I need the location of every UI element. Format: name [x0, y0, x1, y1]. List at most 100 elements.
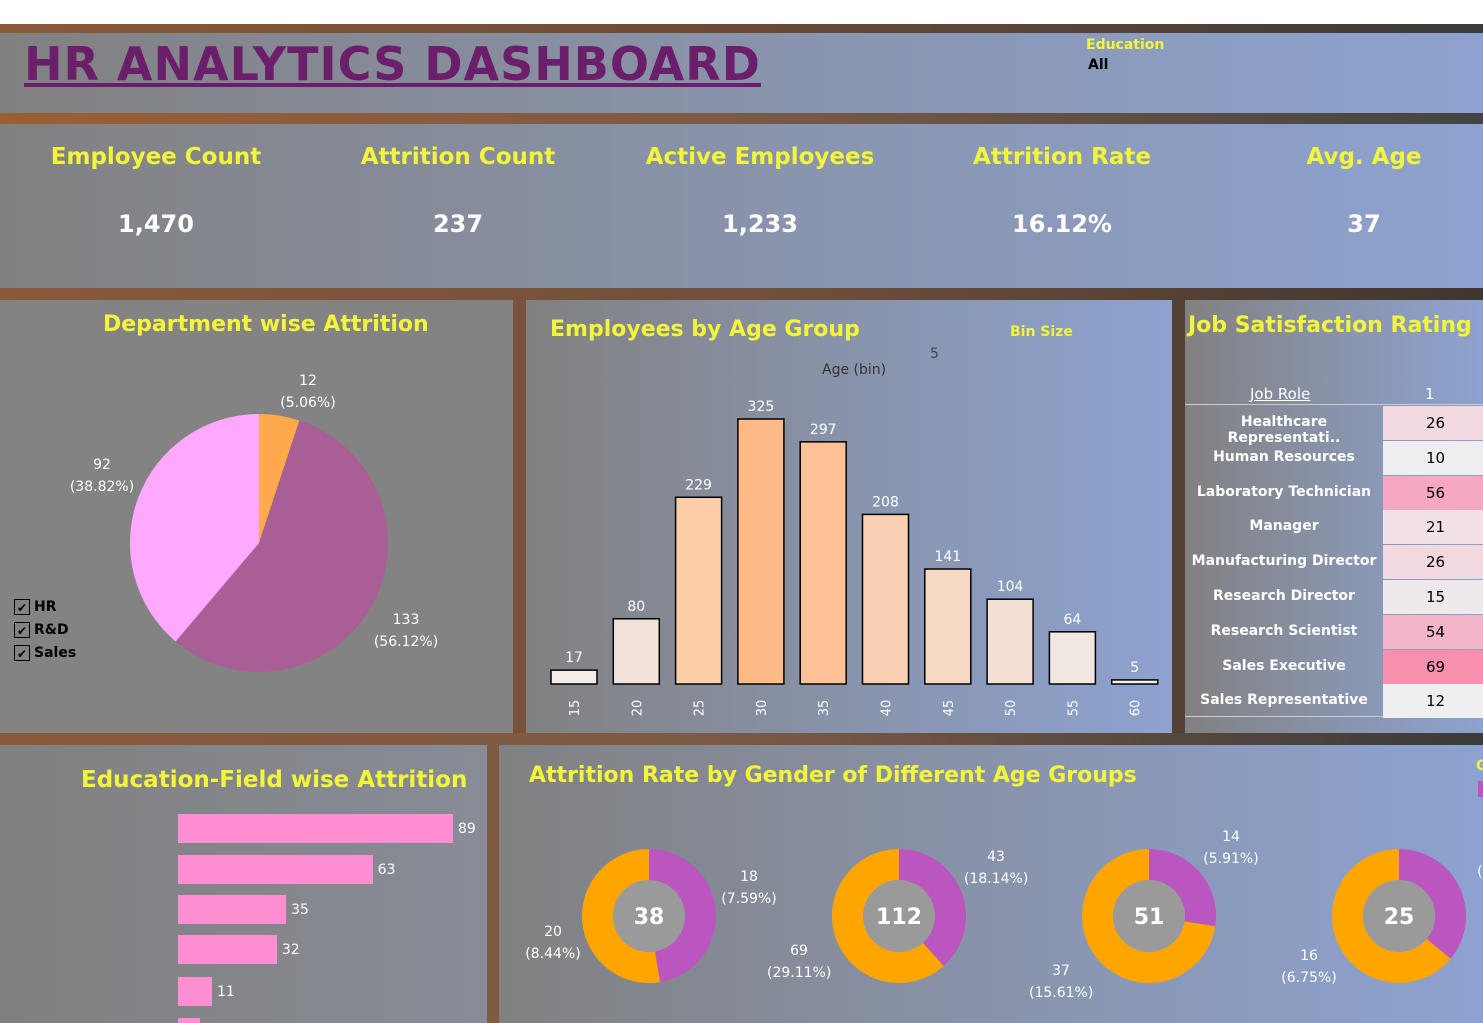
age-bar-chart: 17 15 80 20 229 25 325 30 297 35 208 40 141 45 104 50 64… [550, 399, 1159, 717]
education-filter-label: Education [1086, 37, 1165, 53]
age-bar-value: 325 [748, 399, 775, 415]
job-role-label: Research Director [1213, 588, 1355, 604]
job-role-label: Manufacturing Director [1191, 553, 1377, 570]
age-tick-label: 60 [1129, 700, 1144, 717]
header-divider [0, 113, 1483, 124]
job-satisfaction-cell[interactable]: 54 [1383, 614, 1483, 649]
edu-bar-partial [178, 1018, 200, 1023]
kpi-attrition-count-label: Attrition Count [360, 144, 556, 170]
donut-center-value: 38 [634, 905, 665, 930]
donut-male-label: 16 (6.75%) [1281, 948, 1337, 986]
age-tick-label: 45 [942, 700, 957, 717]
age-bar[interactable] [861, 513, 910, 685]
age-bar-value: 229 [685, 477, 712, 493]
age-tick-label: 55 [1066, 700, 1081, 717]
edu-field-bar[interactable] [178, 855, 373, 884]
header-bar: HR ANALYTICS DASHBOARD Education All [0, 33, 1483, 113]
check-icon[interactable]: ✔ [14, 599, 30, 615]
age-bar-value: 208 [872, 494, 899, 510]
job-satisfaction-cell[interactable]: 15 [1383, 580, 1483, 614]
page-title: HR ANALYTICS DASHBOARD [24, 37, 761, 91]
age-bar-value: 297 [810, 422, 837, 438]
edu-field-bar[interactable] [178, 935, 277, 964]
department-pie [129, 414, 388, 672]
check-icon[interactable]: ✔ [14, 622, 30, 638]
pie-label-rnd: 133 (56.12%) [373, 612, 439, 650]
age-bar[interactable] [674, 496, 723, 685]
kpi-avg-age-value: 37 [1347, 210, 1381, 238]
legend-item-rnd[interactable]: ✔ R&D [14, 619, 76, 642]
age-bar[interactable] [550, 669, 598, 685]
kpi-avg-age-label: Avg. Age [1306, 144, 1422, 170]
job-role-label: Laboratory Technician [1196, 483, 1372, 500]
donut-female-label: (3.8 [1477, 864, 1483, 880]
kpi-active-employees-value: 1,233 [722, 210, 798, 238]
rating-header: 1 [1425, 385, 1435, 403]
job-satisfaction-title: Job Satisfaction Rating [1188, 313, 1472, 338]
gender-age-panel: Attrition Rate by Gender of Different Ag… [499, 745, 1483, 1023]
age-bar-value: 64 [1063, 612, 1081, 628]
check-icon[interactable]: ✔ [14, 645, 30, 661]
edu-field-bar[interactable] [178, 895, 287, 924]
age-tick-label: 35 [817, 700, 832, 717]
job-role-label: Research Scientist [1210, 622, 1358, 639]
edu-field-value: 11 [216, 984, 235, 1000]
job-satisfaction-cell[interactable]: 26 [1383, 545, 1483, 580]
job-role-label: Sales Representative [1200, 692, 1368, 709]
job-role-header[interactable]: Job Role [1250, 385, 1310, 403]
kpi-row: Employee Count 1,470 Attrition Count 237… [0, 124, 1483, 288]
edu-field-value: 63 [377, 862, 396, 878]
legend-item-sales[interactable]: ✔ Sales [14, 642, 76, 665]
age-group-panel: Employees by Age Group Bin Size 5 Age (b… [526, 300, 1172, 733]
age-tick-label: 30 [755, 700, 770, 717]
age-bar-value: 104 [997, 579, 1024, 595]
donut-female-label: 14 (5.91%) [1203, 829, 1259, 867]
job-satisfaction-cell[interactable]: 10 [1383, 440, 1483, 475]
job-satisfaction-cell[interactable]: 56 [1383, 475, 1483, 510]
donut-male-label: 69 (29.11%) [767, 943, 832, 981]
donut-male-label: 20 (8.44%) [525, 924, 581, 962]
age-tick-label: 20 [630, 700, 645, 717]
job-satisfaction-cell[interactable]: 69 [1383, 649, 1483, 684]
job-satisfaction-panel: Job Satisfaction Rating Job Role 1 Healt… [1185, 300, 1483, 733]
age-bar[interactable] [1110, 679, 1159, 685]
edu-field-value: 89 [458, 821, 476, 837]
job-role-label: Sales Executive [1222, 657, 1346, 674]
department-attrition-panel: Department wise Attrition 12 (5.06%) 133(… [0, 300, 513, 733]
age-bar-value: 17 [565, 650, 583, 666]
age-bar-value: 141 [934, 549, 961, 565]
job-satisfaction-cell[interactable]: 26 [1383, 406, 1483, 440]
edu-field-bar[interactable] [178, 814, 453, 843]
kpi-active-employees-label: Active Employees [645, 144, 875, 170]
kpi-employee-count-value: 1,470 [118, 210, 194, 238]
age-bar[interactable] [1048, 631, 1097, 685]
age-bar-value: 80 [627, 599, 645, 615]
age-bar[interactable] [612, 618, 661, 685]
edu-field-bar[interactable] [178, 977, 212, 1006]
age-bar[interactable] [986, 598, 1034, 685]
kpi-attrition-rate-value: 16.12% [1012, 210, 1112, 238]
legend-item-hr[interactable]: ✔ HR [14, 596, 76, 619]
age-bar[interactable] [799, 441, 847, 685]
job-satisfaction-cell[interactable]: 21 [1383, 510, 1483, 545]
job-role-label: Human Resources [1213, 448, 1355, 465]
age-bar[interactable] [737, 418, 785, 685]
edu-field-value: 32 [281, 942, 300, 958]
donut-female-label: 43 (18.14%) [964, 849, 1029, 887]
age-tick-label: 40 [880, 700, 895, 717]
top-brown-strip [0, 24, 1483, 33]
table-header-line [1185, 404, 1483, 405]
age-tick-label: 25 [693, 700, 708, 717]
pie-label-hr: 12 (5.06%) [280, 373, 336, 411]
education-filter[interactable]: Education All [1086, 37, 1164, 73]
age-bar-value: 5 [1130, 660, 1139, 676]
age-tick-label: 15 [568, 700, 583, 717]
job-satisfaction-cell[interactable]: 12 [1383, 684, 1483, 719]
age-bar[interactable] [924, 568, 972, 685]
kpi-attrition-count-value: 237 [432, 210, 484, 238]
education-filter-value[interactable]: All [1088, 57, 1164, 73]
donut-male-label: 37 (15.61%) [1029, 963, 1094, 1001]
pie-label-sales: 92 (38.82%) [69, 457, 135, 495]
donut-center-value: 51 [1134, 905, 1165, 930]
donut-female-label: 18 (7.59%) [721, 869, 777, 907]
